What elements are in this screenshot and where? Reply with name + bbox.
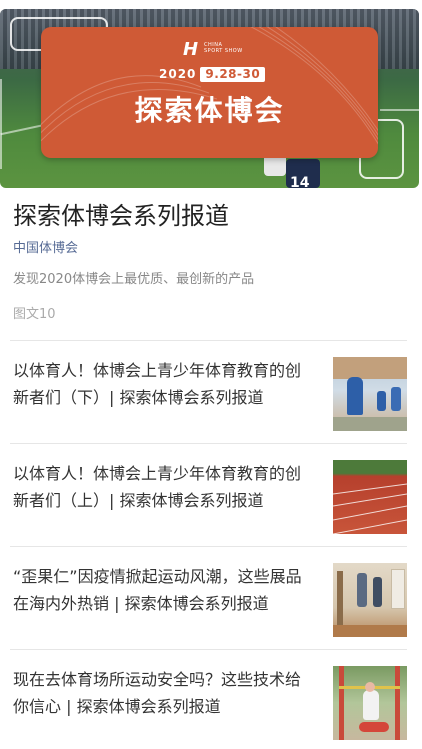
event-title: 探索体博会: [134, 94, 285, 127]
article-item[interactable]: 以体育人！体博会上青少年体育教育的创新者们（上）| 探索体博会系列报道: [0, 446, 422, 542]
logo-icon: H: [183, 39, 199, 60]
divider: [10, 546, 407, 547]
article-count: 图文10: [13, 307, 56, 322]
cover-banner[interactable]: 14 H CHINA SPORT SHOW 2020 9.28-30 探索体博会: [0, 9, 419, 188]
article-title: 现在去体育场所运动安全吗？这些技术给你信心 | 探索体博会系列报道: [13, 670, 302, 716]
article-title: 以体育人！体博会上青少年体育教育的创新者们（上）| 探索体博会系列报道: [13, 464, 302, 510]
page-title: 探索体博会系列报道: [13, 202, 229, 230]
event-date-range: 9.28-30: [200, 66, 266, 82]
player-number: 14: [290, 175, 310, 188]
event-card: H CHINA SPORT SHOW 2020 9.28-30 探索体博会: [41, 27, 378, 158]
pitch-line: [380, 109, 419, 111]
article-item[interactable]: “歪果仁”因疫情掀起运动风潮，这些展品在海内外热销 | 探索体博会系列报道: [0, 549, 422, 645]
article-thumbnail: [333, 357, 407, 431]
divider: [10, 649, 407, 650]
event-date: 2020 9.28-30: [159, 66, 266, 82]
account-link[interactable]: 中国体博会: [13, 237, 78, 256]
logo-text: CHINA SPORT SHOW: [204, 42, 243, 54]
article-thumbnail: [333, 666, 407, 740]
divider: [10, 443, 407, 444]
article-title: 以体育人！体博会上青少年体育教育的创新者们（下）| 探索体博会系列报道: [13, 361, 302, 407]
article-item[interactable]: 现在去体育场所运动安全吗？这些技术给你信心 | 探索体博会系列报道: [0, 652, 422, 748]
article-title: “歪果仁”因疫情掀起运动风潮，这些展品在海内外热销 | 探索体博会系列报道: [13, 567, 302, 613]
article-thumbnail: [333, 563, 407, 637]
article-thumbnail: [333, 460, 407, 534]
pitch-line: [0, 79, 2, 169]
album-description: 发现2020体博会上最优质、最创新的产品: [13, 272, 255, 287]
event-year: 2020: [159, 67, 197, 81]
article-item[interactable]: 以体育人！体博会上青少年体育教育的创新者们（下）| 探索体博会系列报道: [0, 343, 422, 439]
divider: [10, 340, 407, 341]
